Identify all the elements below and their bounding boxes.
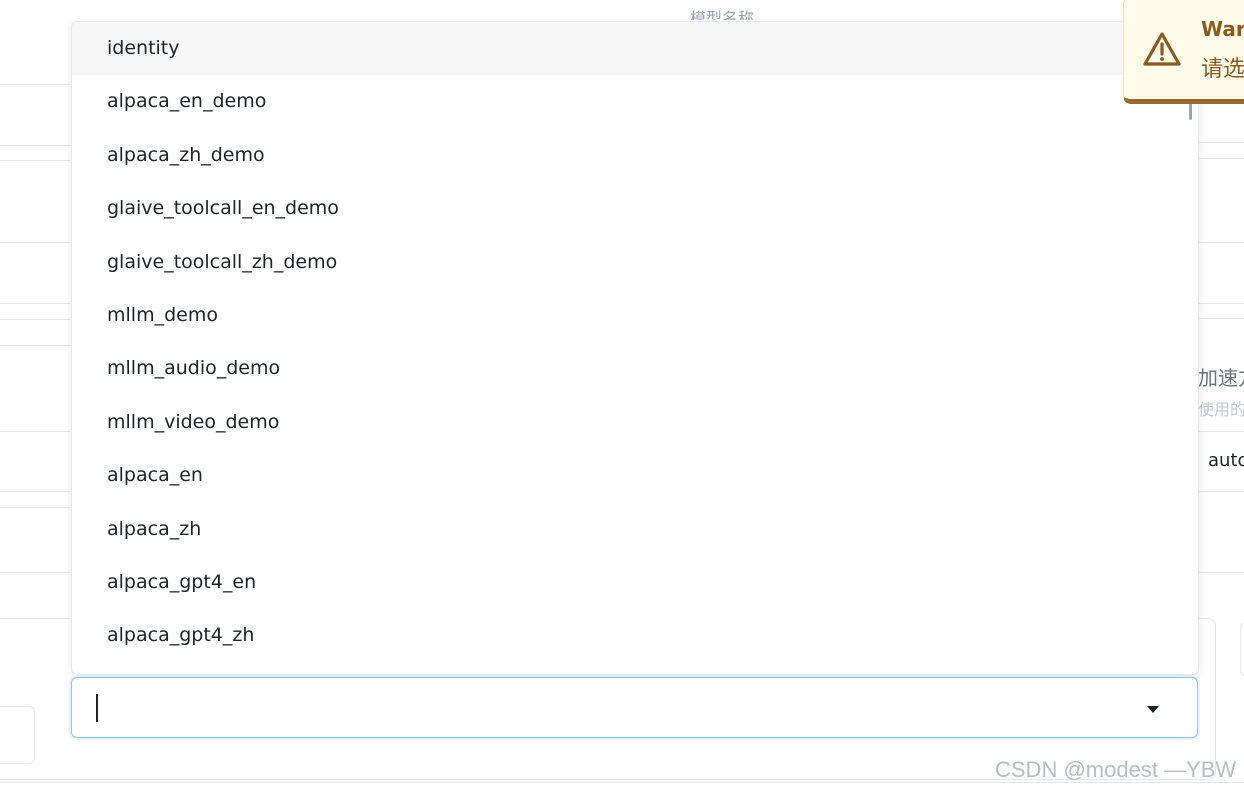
divider bbox=[1198, 142, 1244, 143]
dropdown-option[interactable]: alpaca_zh_demo bbox=[72, 129, 1198, 182]
dropdown-option[interactable]: alpaca_gpt4_en bbox=[72, 556, 1198, 609]
dropdown-option[interactable]: glaive_toolcall_en_demo bbox=[72, 182, 1198, 235]
divider bbox=[1198, 431, 1244, 432]
side-input-box[interactable] bbox=[0, 706, 35, 764]
divider bbox=[0, 160, 72, 161]
text-caret bbox=[96, 694, 98, 722]
divider bbox=[1198, 318, 1244, 319]
divider bbox=[1198, 491, 1244, 492]
dropdown-option[interactable]: alpaca_zh bbox=[72, 503, 1198, 556]
divider bbox=[0, 507, 72, 508]
divider bbox=[1198, 303, 1244, 304]
divider bbox=[0, 491, 72, 492]
background-field-value[interactable]: auto bbox=[1208, 450, 1244, 471]
toast-title: Warning bbox=[1201, 17, 1244, 41]
divider bbox=[1198, 158, 1244, 159]
warning-icon bbox=[1143, 32, 1181, 66]
background-label-fragment: 模型名称 bbox=[690, 9, 755, 20]
page: 模型名称 加速方 使用的加 auto identityalpaca_en_dem… bbox=[0, 0, 1244, 790]
dropdown-option[interactable]: identity bbox=[72, 22, 1198, 76]
dataset-combobox[interactable] bbox=[71, 677, 1198, 738]
dropdown-option[interactable]: mllm_demo bbox=[72, 289, 1198, 342]
divider bbox=[0, 431, 72, 432]
divider bbox=[0, 84, 72, 85]
dropdown-options: identity alpaca_en_demo alpaca_zh_demo glai… bbox=[72, 22, 1198, 663]
dropdown-option[interactable]: alpaca_gpt4_zh bbox=[72, 609, 1198, 662]
background-field-subtitle: 使用的加 bbox=[1198, 400, 1244, 419]
dataset-input[interactable] bbox=[94, 688, 1114, 728]
dropdown-option[interactable]: glaive_toolcall_zh_demo bbox=[72, 236, 1198, 289]
side-panel-edge bbox=[1240, 622, 1244, 677]
divider bbox=[0, 242, 72, 243]
dropdown-option[interactable]: mllm_audio_demo bbox=[72, 342, 1198, 395]
background-field-title: 加速方 bbox=[1198, 366, 1244, 390]
toast-message: 请选择数据集 bbox=[1201, 57, 1244, 82]
divider bbox=[0, 145, 72, 146]
divider bbox=[0, 319, 72, 320]
warning-toast[interactable]: Warning 请选择数据集 bbox=[1123, 0, 1244, 104]
dropdown-option[interactable]: alpaca_en bbox=[72, 449, 1198, 502]
dropdown-option[interactable]: mllm_video_demo bbox=[72, 396, 1198, 449]
dataset-dropdown-list[interactable]: identity alpaca_en_demo alpaca_zh_demo glai… bbox=[71, 21, 1199, 675]
divider bbox=[0, 345, 72, 346]
divider bbox=[1198, 242, 1244, 243]
dropdown-option[interactable]: alpaca_en_demo bbox=[72, 75, 1198, 128]
divider bbox=[0, 303, 72, 304]
watermark: CSDN @modest —YBW bbox=[995, 757, 1237, 782]
chevron-down-icon[interactable] bbox=[1147, 706, 1159, 713]
